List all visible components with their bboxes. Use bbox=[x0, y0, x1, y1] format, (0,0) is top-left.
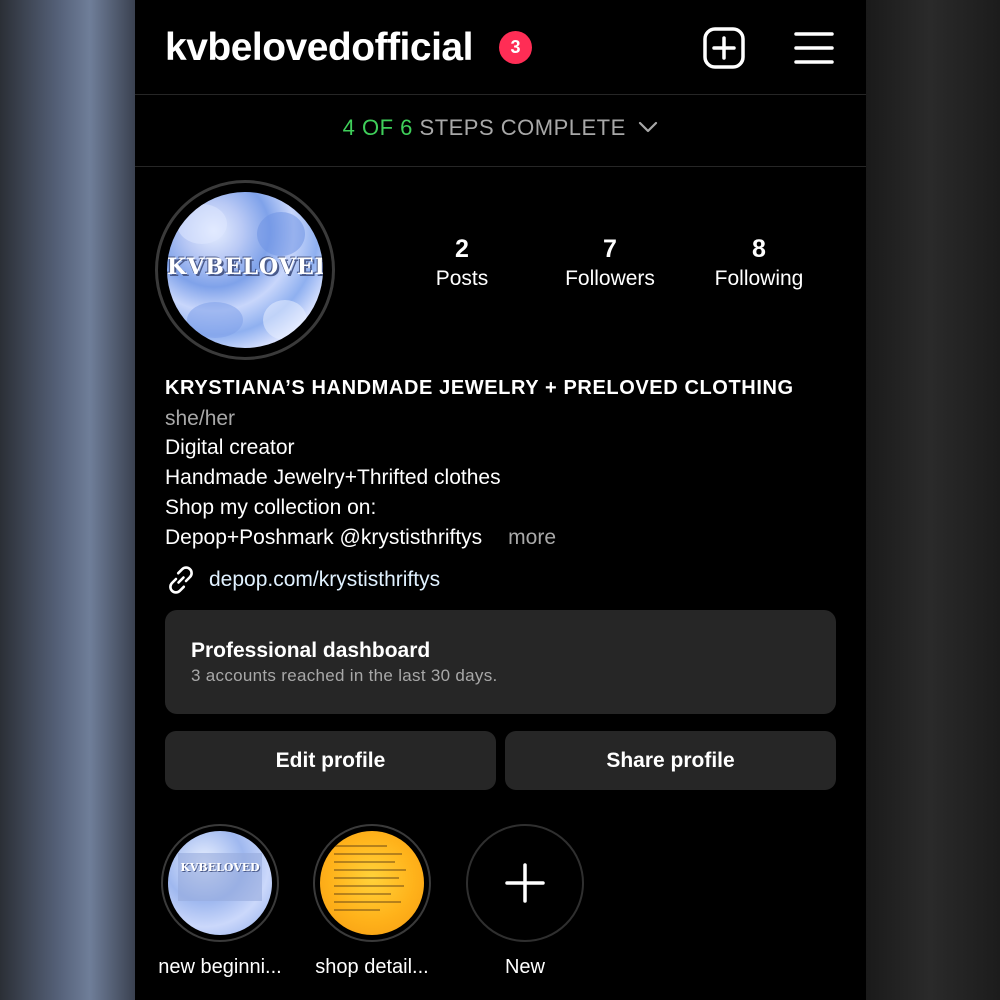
steps-suffix: STEPS COMPLETE bbox=[419, 115, 626, 140]
bio-line: Handmade Jewelry+Thrifted clothes bbox=[165, 466, 501, 490]
posts-stat[interactable]: 2 Posts bbox=[392, 234, 532, 294]
highlight-ring: KVBELOVED bbox=[161, 824, 279, 942]
following-stat[interactable]: 8 Following bbox=[689, 234, 829, 294]
highlight-label: shop detail... bbox=[315, 956, 429, 978]
profile-avatar[interactable]: KVBELOVED bbox=[155, 180, 335, 360]
highlight-ring bbox=[313, 824, 431, 942]
highlight-cover-text: KVBELOVED bbox=[178, 853, 262, 901]
create-button[interactable] bbox=[702, 26, 746, 70]
new-highlight-button[interactable]: New bbox=[450, 824, 600, 979]
posts-label: Posts bbox=[435, 267, 489, 290]
highlight-ring bbox=[466, 824, 584, 942]
highlight-cover bbox=[320, 831, 424, 935]
link-icon bbox=[169, 566, 193, 594]
steps-of: OF bbox=[361, 115, 394, 140]
chevron-down-icon bbox=[639, 122, 658, 133]
edit-profile-button[interactable]: Edit profile bbox=[165, 731, 496, 790]
divider bbox=[135, 94, 866, 95]
highlight-label: New bbox=[504, 956, 545, 978]
highlight-cover: KVBELOVED bbox=[168, 831, 272, 935]
menu-button[interactable] bbox=[792, 26, 836, 70]
notification-badge[interactable]: 3 bbox=[499, 31, 532, 64]
link-text: depop.com/krystisthriftys bbox=[209, 568, 441, 591]
plus-square-icon bbox=[703, 27, 745, 69]
profile-bio: KRYSTIANA’S HANDMADE JEWELRY + PRELOVED … bbox=[165, 374, 845, 552]
hamburger-menu-icon bbox=[794, 32, 834, 64]
highlight-item[interactable]: shop detail... bbox=[297, 824, 447, 979]
username-title[interactable]: kvbelovedofficial bbox=[165, 26, 473, 70]
highlight-cover-lines bbox=[334, 845, 410, 917]
more-link[interactable]: more bbox=[508, 526, 556, 549]
avatar-image: KVBELOVED bbox=[167, 192, 323, 348]
dashboard-title: Professional dashboard bbox=[191, 639, 431, 662]
bio-line: Depop+Poshmark @krystisthriftys bbox=[165, 525, 483, 549]
followers-label: Followers bbox=[565, 267, 655, 290]
steps-progress[interactable]: 4 OF 6 STEPS COMPLETE bbox=[135, 115, 866, 141]
followers-count: 7 bbox=[603, 235, 617, 263]
share-profile-button[interactable]: Share profile bbox=[505, 731, 836, 790]
profile-link[interactable]: depop.com/krystisthriftys bbox=[165, 564, 440, 596]
highlight-item[interactable]: KVBELOVED new beginni... bbox=[145, 824, 295, 979]
following-label: Following bbox=[714, 267, 804, 290]
steps-total: 6 bbox=[400, 115, 413, 140]
pronouns: she/her bbox=[165, 406, 236, 430]
followers-stat[interactable]: 7 Followers bbox=[540, 234, 680, 294]
profile-screen: kvbelovedofficial 3 4 OF 6 STEPS COMPLET… bbox=[135, 0, 866, 1000]
posts-count: 2 bbox=[455, 235, 469, 263]
professional-dashboard[interactable]: Professional dashboard 3 accounts reache… bbox=[165, 610, 836, 714]
profile-name: KRYSTIANA’S HANDMADE JEWELRY + PRELOVED … bbox=[165, 377, 794, 399]
steps-done: 4 bbox=[342, 115, 356, 140]
highlight-label: new beginni... bbox=[158, 956, 282, 978]
category-label: Digital creator bbox=[165, 436, 295, 460]
avatar-logo-text: KVBELOVED bbox=[167, 254, 323, 280]
divider bbox=[135, 166, 866, 167]
top-bar: kvbelovedofficial 3 bbox=[135, 0, 866, 95]
plus-icon bbox=[505, 863, 545, 903]
following-count: 8 bbox=[752, 235, 766, 263]
bio-line: Shop my collection on: bbox=[165, 495, 377, 519]
dashboard-subtitle: 3 accounts reached in the last 30 days. bbox=[191, 666, 498, 685]
